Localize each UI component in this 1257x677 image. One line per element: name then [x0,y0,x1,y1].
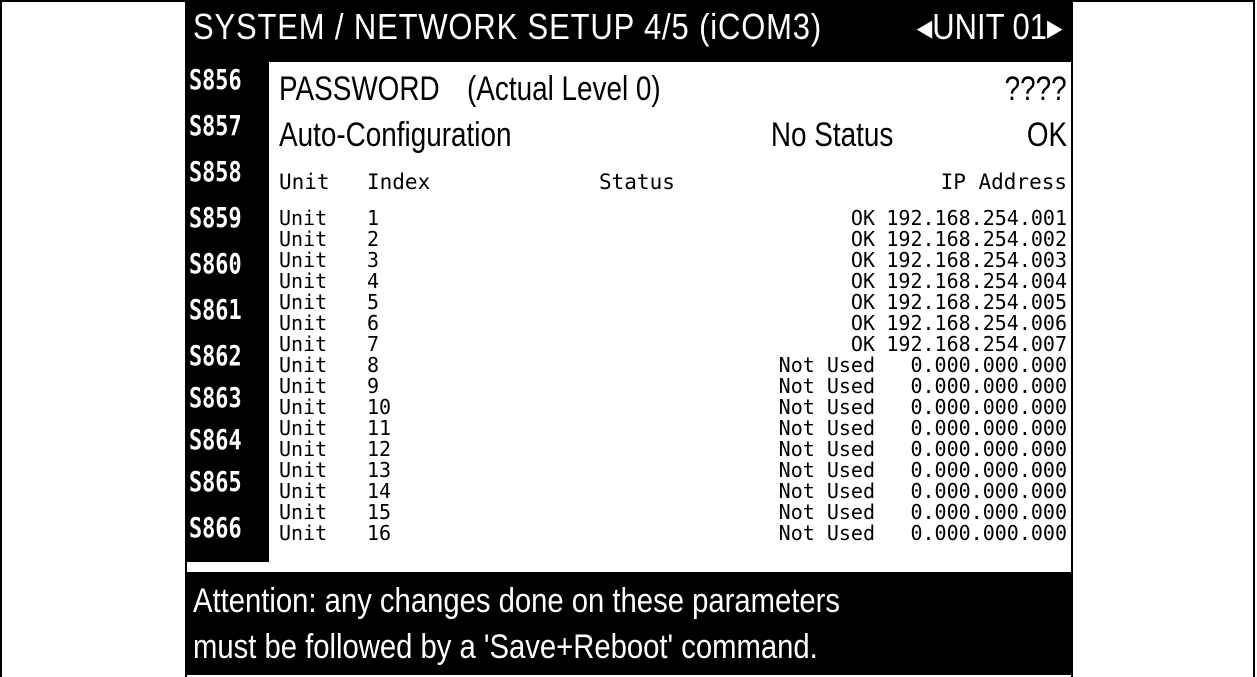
param-code-s861[interactable]: S861 [189,296,242,324]
row-status: OK [850,227,875,251]
row-ip-address: 0.000.000.000 [910,479,1067,503]
param-code-s865[interactable]: S865 [189,468,242,496]
row-status: Not Used [778,458,875,482]
password-field[interactable]: ???? [1005,70,1067,109]
row-index: 10 [367,395,392,419]
row-status: Not Used [778,500,875,524]
param-code-s858[interactable]: S858 [189,158,242,186]
row-ip-address: 0.000.000.000 [910,500,1067,524]
param-code-s862[interactable]: S862 [189,342,242,370]
row-status: OK [850,290,875,314]
row-index: 4 [367,269,380,293]
row-index: 5 [367,290,380,314]
row-ip-address: 192.168.254.003 [886,248,1067,272]
auto-config-result[interactable]: OK [1027,116,1067,155]
row-unit-label: Unit [279,353,328,377]
row-unit-label: Unit [279,437,328,461]
row-status: Not Used [778,353,875,377]
row-unit-label: Unit [279,479,328,503]
row-index: 6 [367,311,380,335]
row-index: 7 [367,332,380,356]
auto-config-label: Auto-Configuration [279,116,512,154]
attention-footer: Attention: any changes done on these par… [187,572,1071,675]
row-ip-address: 192.168.254.006 [886,311,1067,335]
row-ip-address: 192.168.254.004 [886,269,1067,293]
row-index: 3 [367,248,380,272]
param-code-s863[interactable]: S863 [189,384,242,412]
row-status: Not Used [778,437,875,461]
col-header-ip: IP Address [940,170,1067,194]
row-index: 9 [367,374,380,398]
param-code-s857[interactable]: S857 [189,112,242,140]
row-ip-address: 0.000.000.000 [910,353,1067,377]
param-code-s856[interactable]: S856 [189,66,242,94]
row-ip-address: 192.168.254.002 [886,227,1067,251]
row-index: 13 [367,458,392,482]
param-code-s864[interactable]: S864 [189,426,242,454]
row-status: Not Used [778,479,875,503]
row-unit-label: Unit [279,416,328,440]
row-status: OK [850,269,875,293]
row-index: 14 [367,479,392,503]
row-status: Not Used [778,416,875,440]
row-unit-label: Unit [279,269,328,293]
row-index: 1 [367,206,380,230]
row-ip-address: 0.000.000.000 [910,437,1067,461]
title-bar: SYSTEM / NETWORK SETUP 4/5 (iCOM3) ◂UNIT… [187,0,1071,62]
row-status: OK [850,206,875,230]
row-ip-address: 0.000.000.000 [910,458,1067,482]
row-unit-label: Unit [279,500,328,524]
display-screen: SYSTEM / NETWORK SETUP 4/5 (iCOM3) ◂UNIT… [185,0,1073,677]
row-unit-label: Unit [279,290,328,314]
footer-line-2: must be followed by a 'Save+Reboot' comm… [193,628,818,666]
row-unit-label: Unit [279,458,328,482]
row-status: OK [850,311,875,335]
row-ip-address: 0.000.000.000 [910,521,1067,545]
row-status: Not Used [778,521,875,545]
row-unit-label: Unit [279,374,328,398]
row-unit-label: Unit [279,227,328,251]
row-status: Not Used [778,395,875,419]
row-unit-label: Unit [279,311,328,335]
password-level: (Actual Level 0) [467,70,661,108]
content-area: S856 S857 S858 S859 S860 S861 S862 S863 … [187,62,1071,572]
row-unit-label: Unit [279,248,328,272]
row-index: 12 [367,437,392,461]
col-header-status: Status [599,170,675,194]
param-code-s859[interactable]: S859 [189,204,242,232]
row-status: Not Used [778,374,875,398]
row-unit-label: Unit [279,521,328,545]
row-ip-address: 0.000.000.000 [910,374,1067,398]
row-status: OK [850,332,875,356]
row-index: 11 [367,416,392,440]
col-header-index: Index [367,170,431,194]
param-code-s860[interactable]: S860 [189,250,242,278]
password-label: PASSWORD [279,70,440,108]
row-ip-address: 0.000.000.000 [910,416,1067,440]
row-ip-address: 192.168.254.007 [886,332,1067,356]
row-status: OK [850,248,875,272]
row-ip-address: 192.168.254.001 [886,206,1067,230]
auto-config-status: No Status [770,116,893,154]
unit-selector[interactable]: ◂UNIT 01▸ [917,6,1063,48]
row-index: 2 [367,227,380,251]
row-unit-label: Unit [279,206,328,230]
row-ip-address: 0.000.000.000 [910,395,1067,419]
footer-line-1: Attention: any changes done on these par… [193,582,840,620]
row-unit-label: Unit [279,395,328,419]
row-ip-address: 192.168.254.005 [886,290,1067,314]
row-index: 15 [367,500,392,524]
col-header-unit: Unit [279,170,330,194]
parameter-code-column: S856 S857 S858 S859 S860 S861 S862 S863 … [187,62,269,562]
row-unit-label: Unit [279,332,328,356]
param-code-s866[interactable]: S866 [189,514,242,542]
row-index: 8 [367,353,380,377]
page-title: SYSTEM / NETWORK SETUP 4/5 (iCOM3) [193,6,823,47]
row-index: 16 [367,521,392,545]
